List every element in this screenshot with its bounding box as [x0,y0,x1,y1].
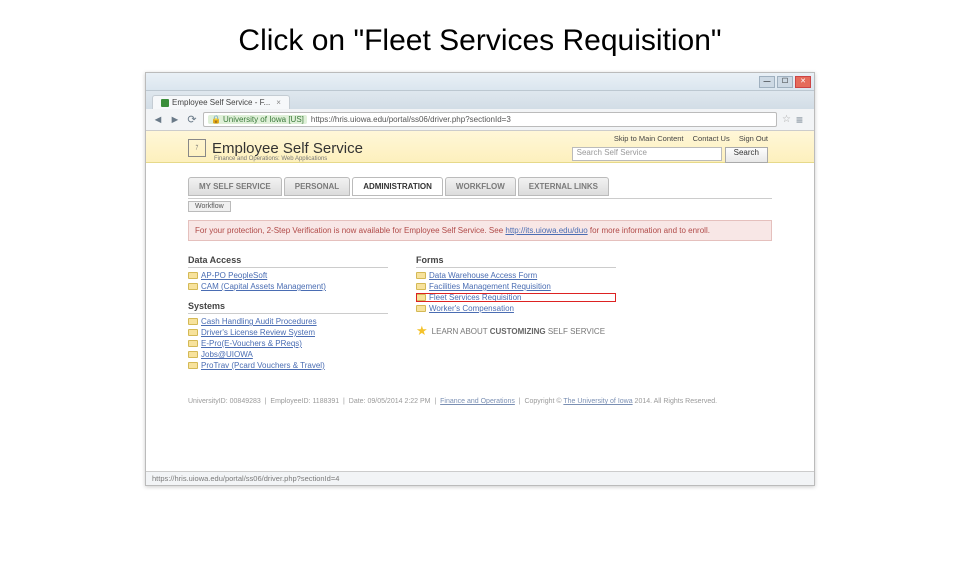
link-epro[interactable]: E-Pro(E-Vouchers & PReqs) [201,339,302,348]
url-text: https://hris.uiowa.edu/portal/ss06/drive… [311,115,511,124]
link-cam[interactable]: CAM (Capital Assets Management) [201,282,326,291]
link-cash-handling[interactable]: Cash Handling Audit Procedures [201,317,317,326]
notice-suffix: for more information and to enroll. [588,226,710,235]
panel-data-access: Data Access AP-PO PeopleSoft CAM (Capita… [188,255,388,291]
hamburger-icon[interactable]: ≡ [796,114,808,126]
left-column: Data Access AP-PO PeopleSoft CAM (Capita… [188,255,388,370]
panel-heading: Forms [416,255,616,268]
page-footer: UniversityID: 00849283 | EmployeeID: 118… [188,398,772,405]
link-data-warehouse-form[interactable]: Data Warehouse Access Form [429,271,537,280]
panel-heading: Systems [188,301,388,314]
two-step-notice: For your protection, 2-Step Verification… [188,220,772,241]
subnav: Workflow [188,198,772,216]
star-icon: ★ [416,323,428,339]
list-item: CAM (Capital Assets Management) [188,282,388,291]
list-item: E-Pro(E-Vouchers & PReqs) [188,339,388,348]
tab-administration[interactable]: ADMINISTRATION [352,177,443,196]
favicon-icon [161,99,169,107]
link-fleet-services-requisition[interactable]: Fleet Services Requisition [429,293,521,302]
bookmark-star-icon[interactable]: ☆ [782,114,791,125]
back-icon[interactable]: ◄ [152,114,164,126]
lock-icon: 🔒 University of Iowa [US] [208,115,307,124]
search-row: Search Self Service Search [572,147,768,163]
subnav-workflow-button[interactable]: Workflow [188,201,231,212]
content-columns: Data Access AP-PO PeopleSoft CAM (Capita… [188,255,772,370]
footer-university-link[interactable]: The University of Iowa [563,398,632,405]
list-item: AP-PO PeopleSoft [188,271,388,280]
folder-icon [416,305,426,312]
slide-title: Click on "Fleet Services Requisition" [0,24,960,58]
browser-window: — ☐ ✕ Employee Self Service - F... × ◄ ►… [145,72,815,486]
folder-icon [188,351,198,358]
status-text: https://hris.uiowa.edu/portal/ss06/drive… [152,474,339,483]
panel-systems: Systems Cash Handling Audit Procedures D… [188,301,388,370]
reload-icon[interactable]: ⟳ [186,114,198,126]
customize-callout[interactable]: ★ LEARN ABOUT CUSTOMIZING SELF SERVICE [416,323,616,339]
folder-icon [188,283,198,290]
browser-tab[interactable]: Employee Self Service - F... × [152,95,290,109]
panel-heading: Data Access [188,255,388,268]
folder-icon [188,362,198,369]
main-nav-tabs: MY SELF SERVICE PERSONAL ADMINISTRATION … [188,177,772,196]
link-jobs-uiowa[interactable]: Jobs@UIOWA [201,350,253,359]
tab-my-self-service[interactable]: MY SELF SERVICE [188,177,282,196]
footer-dept-link[interactable]: Finance and Operations [440,398,515,405]
url-field[interactable]: 🔒 University of Iowa [US] https://hris.u… [203,112,777,127]
university-logo: 𐤊 [188,139,206,157]
browser-status-bar: https://hris.uiowa.edu/portal/ss06/drive… [146,471,814,485]
folder-icon [188,329,198,336]
tab-title: Employee Self Service - F... [172,98,270,107]
right-column: Forms Data Warehouse Access Form Facilit… [416,255,616,370]
tab-workflow[interactable]: WORKFLOW [445,177,516,196]
window-titlebar: — ☐ ✕ [146,73,814,91]
list-item: Facilities Management Requisition [416,282,616,291]
forward-icon[interactable]: ► [169,114,181,126]
list-item: Jobs@UIOWA [188,350,388,359]
list-item: ProTrav (Pcard Vouchers & Travel) [188,361,388,370]
brand-title: Employee Self Service [212,140,363,157]
page-content: Skip to Main Content Contact Us Sign Out… [146,131,814,471]
folder-icon [188,272,198,279]
notice-prefix: For your protection, 2-Step Verification… [195,226,505,235]
link-facilities-requisition[interactable]: Facilities Management Requisition [429,282,551,291]
list-item-highlighted: Fleet Services Requisition [416,293,616,302]
search-input[interactable]: Search Self Service [572,147,722,161]
notice-link[interactable]: http://its.uiowa.edu/duo [505,226,587,235]
tab-personal[interactable]: PERSONAL [284,177,350,196]
link-ap-po-peoplesoft[interactable]: AP-PO PeopleSoft [201,271,267,280]
folder-icon [416,283,426,290]
list-item: Worker's Compensation [416,304,616,313]
link-workers-compensation[interactable]: Worker's Compensation [429,304,514,313]
tab-external-links[interactable]: EXTERNAL LINKS [518,177,609,196]
link-protrav[interactable]: ProTrav (Pcard Vouchers & Travel) [201,361,325,370]
customize-bold: CUSTOMIZING [490,327,546,336]
folder-icon [416,272,426,279]
list-item: Cash Handling Audit Procedures [188,317,388,326]
window-buttons: — ☐ ✕ [759,76,811,88]
minimize-button[interactable]: — [759,76,775,88]
search-button[interactable]: Search [725,147,768,163]
maximize-button[interactable]: ☐ [777,76,793,88]
customize-suffix: SELF SERVICE [546,327,605,336]
list-item: Driver's License Review System [188,328,388,337]
close-button[interactable]: ✕ [795,76,811,88]
panel-forms: Forms Data Warehouse Access Form Facilit… [416,255,616,313]
brand-tagline: Finance and Operations: Web Applications [214,156,327,162]
folder-icon [416,294,426,301]
folder-icon [188,318,198,325]
link-drivers-license[interactable]: Driver's License Review System [201,328,315,337]
folder-icon [188,340,198,347]
list-item: Data Warehouse Access Form [416,271,616,280]
address-bar: ◄ ► ⟳ 🔒 University of Iowa [US] https://… [146,109,814,131]
url-host: University of Iowa [US] [223,115,304,124]
customize-prefix: LEARN ABOUT [432,327,490,336]
tab-strip: Employee Self Service - F... × [146,91,814,109]
tab-close-icon[interactable]: × [276,98,281,107]
